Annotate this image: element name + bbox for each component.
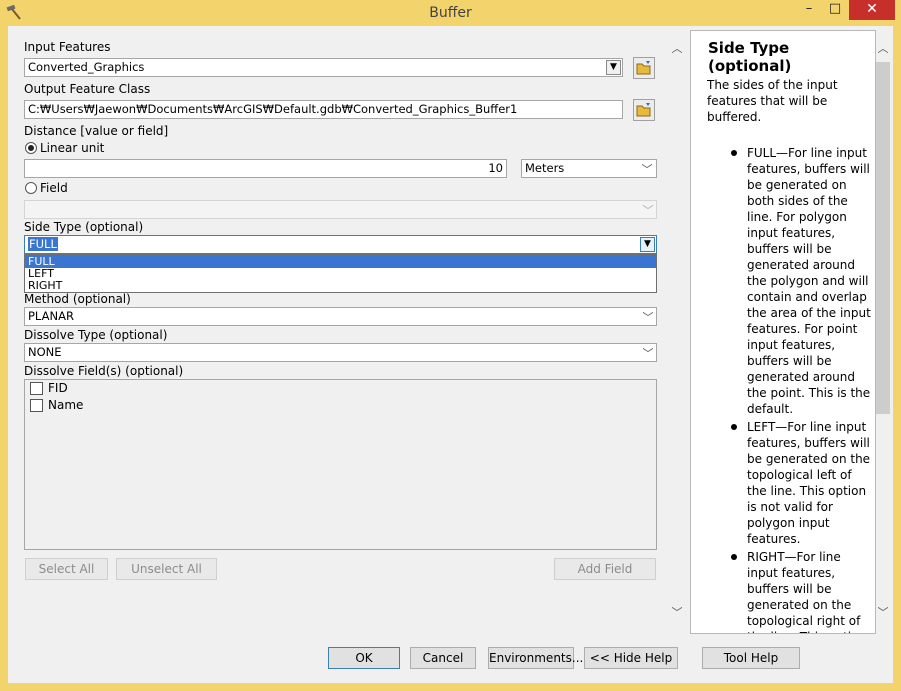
method-value: PLANAR [28, 309, 74, 323]
dissolve-type-select[interactable]: NONE [24, 343, 657, 362]
help-scrollbar-thumb[interactable] [876, 62, 890, 414]
distance-label: Distance [value or field] [24, 124, 169, 138]
close-button[interactable]: ✕ [849, 0, 895, 20]
environments-button[interactable]: Environments... [488, 647, 583, 669]
help-panel: Side Type (optional) The sides of the in… [690, 30, 876, 634]
hide-help-button[interactable]: << Hide Help [584, 647, 678, 669]
dissolve-fields-label: Dissolve Field(s) (optional) [24, 364, 184, 378]
chevron-down-icon[interactable]: ▼ [640, 237, 655, 252]
linear-unit-radio[interactable] [25, 142, 37, 154]
help-item-left: LEFT—For line input features, buffers wi… [731, 419, 873, 547]
input-features-combobox[interactable]: Converted_Graphics [24, 58, 623, 77]
minimize-button[interactable]: – [796, 0, 822, 20]
help-item-text: RIGHT—For line input features, buffers w… [747, 550, 866, 633]
dissolve-type-label: Dissolve Type (optional) [24, 328, 168, 342]
chevron-down-icon[interactable]: ﹀ [641, 202, 655, 218]
select-all-button[interactable]: Select All [25, 558, 108, 580]
linear-unit-label: Linear unit [40, 141, 105, 155]
unselect-all-button[interactable]: Unselect All [116, 558, 217, 580]
maximize-button[interactable]: □ [822, 0, 848, 20]
output-feature-class-input[interactable]: C:₩Users₩Jaewon₩Documents₩ArcGIS₩Default… [24, 100, 623, 119]
distance-value-input[interactable]: 10 [24, 159, 507, 178]
folder-open-icon[interactable] [633, 57, 655, 79]
option-right[interactable]: RIGHT [25, 280, 656, 292]
folder-open-icon[interactable] [633, 99, 655, 121]
scroll-up-icon[interactable]: ︿ [670, 40, 684, 56]
option-left[interactable]: LEFT [25, 268, 656, 280]
dissolve-fields-list [24, 379, 657, 550]
distance-unit-select[interactable]: Meters [521, 159, 657, 178]
chevron-down-icon[interactable]: ﹀ [641, 345, 655, 361]
hammer-icon [5, 3, 23, 21]
help-item-full: FULL—For line input features, buffers wi… [731, 145, 873, 417]
distance-value: 10 [488, 161, 503, 175]
bullet [731, 150, 737, 156]
side-type-select[interactable]: FULL [24, 235, 657, 254]
output-feature-class-label: Output Feature Class [24, 82, 151, 96]
field-name-fid: FID [48, 381, 68, 395]
field-label: Field [40, 181, 68, 195]
help-list: FULL—For line input features, buffers wi… [731, 145, 873, 633]
ok-button[interactable]: OK [328, 647, 400, 669]
scroll-up-icon[interactable]: ︿ [876, 40, 890, 56]
side-type-label: Side Type (optional) [24, 220, 144, 234]
input-features-value: Converted_Graphics [28, 60, 145, 74]
help-title: Side Type (optional) [708, 39, 792, 75]
field-radio[interactable] [25, 182, 37, 194]
chevron-down-icon[interactable]: ﹀ [640, 161, 654, 177]
help-item-text: LEFT—For line input features, buffers wi… [747, 420, 871, 546]
help-item-right: RIGHT—For line input features, buffers w… [731, 549, 873, 633]
help-intro: The sides of the input features that wil… [707, 78, 838, 124]
field-checkbox-fid[interactable] [30, 382, 43, 395]
side-type-value: FULL [28, 237, 58, 251]
method-label: Method (optional) [24, 292, 131, 306]
add-field-button[interactable]: Add Field [554, 558, 656, 580]
field-checkbox-name[interactable] [30, 399, 43, 412]
bullet [731, 554, 737, 560]
input-features-label: Input Features [24, 40, 111, 54]
dissolve-type-value: NONE [28, 345, 62, 359]
scroll-down-icon[interactable]: ﹀ [670, 604, 684, 620]
chevron-down-icon[interactable]: ﹀ [641, 309, 655, 325]
field-name-name: Name [48, 398, 84, 412]
distance-unit-value: Meters [525, 161, 565, 175]
window-title: Buffer [429, 5, 472, 21]
distance-field-select[interactable] [24, 200, 657, 219]
tool-help-button[interactable]: Tool Help [702, 647, 800, 669]
option-full[interactable]: FULL [25, 255, 656, 268]
output-feature-class-value: C:₩Users₩Jaewon₩Documents₩ArcGIS₩Default… [28, 102, 518, 116]
chevron-down-icon[interactable]: ▼ [606, 60, 621, 75]
help-item-text: FULL—For line input features, buffers wi… [747, 146, 871, 416]
side-type-dropdown-list: FULL LEFT RIGHT [24, 254, 657, 293]
bullet [731, 424, 737, 430]
scroll-down-icon[interactable]: ﹀ [876, 604, 890, 620]
method-select[interactable]: PLANAR [24, 307, 657, 326]
cancel-button[interactable]: Cancel [410, 647, 476, 669]
